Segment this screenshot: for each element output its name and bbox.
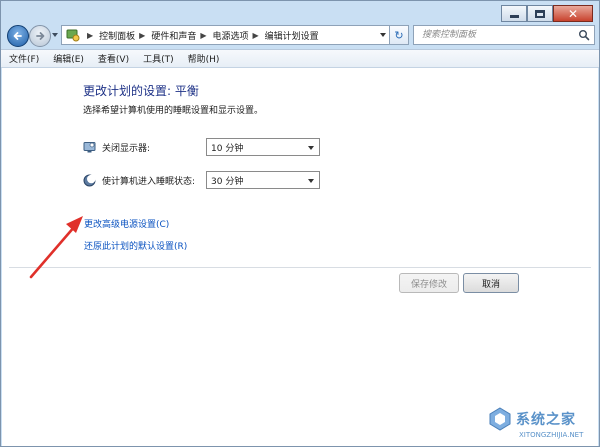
refresh-button[interactable]: ↻ — [389, 25, 409, 45]
display-off-select[interactable]: 10 分钟 — [206, 138, 320, 156]
forward-button[interactable] — [29, 25, 51, 47]
advanced-power-settings-link[interactable]: 更改高级电源设置(C) — [84, 217, 169, 230]
window-controls: ✕ — [501, 5, 593, 22]
watermark: 系统之家 — [487, 406, 576, 432]
page-title: 更改计划的设置: 平衡 — [83, 84, 199, 98]
breadcrumb-item-edit-plan[interactable]: 编辑计划设置 — [265, 29, 319, 42]
setting-label: 使计算机进入睡眠状态: — [102, 176, 196, 187]
moon-icon — [83, 174, 96, 186]
menu-bar: 文件(F) 编辑(E) 查看(V) 工具(T) 帮助(H) — [1, 49, 599, 68]
site-logo-icon — [489, 407, 511, 431]
arrow-left-icon — [13, 32, 22, 40]
setting-label: 关闭显示器: — [102, 143, 151, 154]
breadcrumb: ▶ 控制面板 ▶ 硬件和声音 ▶ 电源选项 ▶ 编辑计划设置 — [83, 29, 319, 42]
minimize-button[interactable] — [501, 5, 527, 22]
setting-row-display-off: 关闭显示器: — [83, 137, 150, 157]
window-frame: ✕ ▶ 控制面板 ▶ 硬件和声音 ▶ 电源选项 ▶ 编辑计划设置 ↻ 搜索控制面… — [0, 0, 600, 447]
close-icon: ✕ — [567, 6, 579, 21]
divider — [9, 267, 591, 268]
chevron-right-icon[interactable]: ▶ — [200, 31, 206, 40]
chevron-down-icon — [308, 146, 314, 150]
annotation-arrow — [29, 216, 83, 279]
menu-tools[interactable]: 工具(T) — [143, 52, 174, 65]
search-icon[interactable] — [578, 29, 590, 41]
refresh-icon: ↻ — [394, 28, 404, 42]
minimize-icon — [509, 14, 519, 18]
search-box[interactable] — [413, 25, 595, 45]
select-value: 10 分钟 — [211, 143, 244, 154]
menu-edit[interactable]: 编辑(E) — [53, 52, 84, 65]
navigation-bar: ▶ 控制面板 ▶ 硬件和声音 ▶ 电源选项 ▶ 编辑计划设置 ↻ — [1, 23, 599, 49]
menu-file[interactable]: 文件(F) — [9, 52, 39, 65]
setting-row-sleep: 使计算机进入睡眠状态: — [83, 170, 195, 190]
chevron-right-icon[interactable]: ▶ — [253, 31, 259, 40]
watermark-url: XITONGZHIJIA.NET — [519, 431, 584, 439]
monitor-icon — [83, 141, 96, 152]
page-subtitle: 选择希望计算机使用的睡眠设置和显示设置。 — [83, 106, 264, 116]
select-value: 30 分钟 — [211, 176, 244, 187]
breadcrumb-item-hardware-sound[interactable]: 硬件和声音 — [151, 29, 196, 42]
search-input[interactable] — [414, 26, 564, 44]
control-panel-icon — [66, 29, 80, 42]
title-bar: ✕ — [1, 1, 599, 23]
address-dropdown-icon[interactable] — [380, 33, 386, 37]
watermark-text: 系统之家 — [516, 412, 576, 428]
recent-pages-dropdown[interactable] — [52, 33, 58, 37]
arrow-right-icon — [36, 32, 45, 40]
address-bar[interactable]: ▶ 控制面板 ▶ 硬件和声音 ▶ 电源选项 ▶ 编辑计划设置 — [61, 25, 391, 45]
chevron-down-icon — [308, 179, 314, 183]
restore-defaults-link[interactable]: 还原此计划的默认设置(R) — [84, 239, 187, 252]
chevron-right-icon[interactable]: ▶ — [139, 31, 145, 40]
menu-view[interactable]: 查看(V) — [98, 52, 129, 65]
back-button[interactable] — [7, 25, 29, 47]
maximize-icon — [535, 9, 545, 18]
breadcrumb-item-control-panel[interactable]: 控制面板 — [99, 29, 135, 42]
sleep-select[interactable]: 30 分钟 — [206, 171, 320, 189]
maximize-button[interactable] — [527, 5, 553, 22]
breadcrumb-item-power-options[interactable]: 电源选项 — [213, 29, 249, 42]
menu-help[interactable]: 帮助(H) — [188, 52, 220, 65]
cancel-button[interactable]: 取消 — [463, 273, 519, 293]
close-button[interactable]: ✕ — [553, 5, 593, 22]
chevron-right-icon: ▶ — [87, 30, 94, 40]
save-button[interactable]: 保存修改 — [399, 273, 459, 293]
